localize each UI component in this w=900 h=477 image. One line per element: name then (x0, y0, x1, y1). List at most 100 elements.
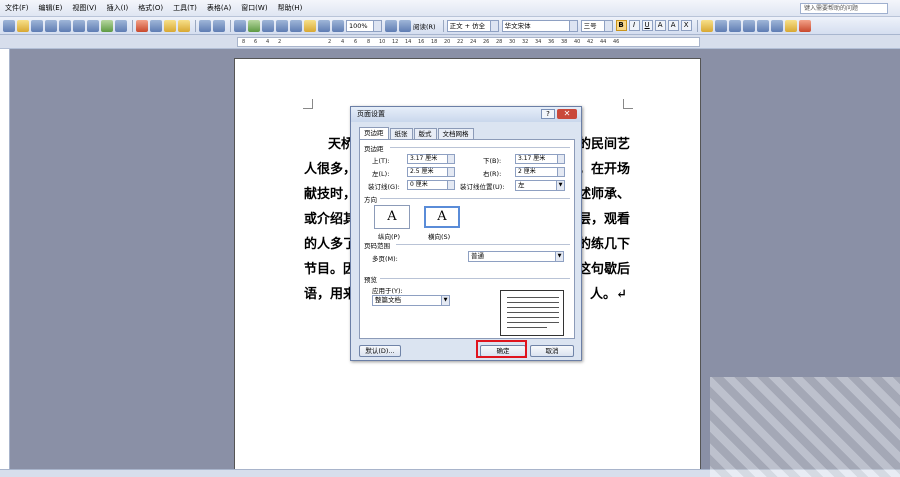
document-text-line: 述师承、 (578, 187, 631, 202)
page-setup-dialog: 页面设置 ? ✕ 页边距 纸张 版式 文档网格 页边距 上(T): 3.17 厘… (350, 106, 582, 361)
align-center-icon[interactable] (714, 19, 727, 32)
document-text-line: 人。↵ (590, 287, 627, 302)
top-margin-input[interactable]: 3.17 厘米 (407, 154, 455, 164)
redo-icon[interactable] (213, 19, 225, 32)
menu-edit[interactable]: 编辑(E) (39, 3, 63, 13)
menu-insert[interactable]: 插入(I) (107, 3, 129, 13)
left-margin-input[interactable]: 2.5 厘米 (407, 167, 455, 177)
bottom-margin-input[interactable]: 3.17 厘米 (515, 154, 565, 164)
portrait-icon[interactable]: A (374, 205, 410, 229)
tab-margins[interactable]: 页边距 (359, 127, 389, 139)
gutter-input[interactable]: 0 厘米 (407, 180, 455, 190)
multiple-pages-select[interactable]: 普通 ▼ (468, 251, 564, 262)
document-text-line: 这句歇后 (578, 262, 631, 277)
help-icon[interactable] (385, 19, 397, 32)
ok-highlight-frame (476, 340, 527, 358)
right-margin-label: 右(R): (483, 170, 502, 178)
print-icon[interactable] (73, 19, 85, 32)
document-text-line: 人很多， (304, 162, 357, 177)
dialog-title: 页面设置 (357, 110, 385, 118)
tab-layout[interactable]: 版式 (413, 128, 437, 139)
margins-panel: 页边距 上(T): 3.17 厘米 下(B): 3.17 厘米 左(L): 2.… (359, 139, 575, 339)
document-text-line: 的人多了 (304, 237, 357, 252)
paste-icon[interactable] (164, 19, 176, 32)
left-margin-label: 左(L): (372, 170, 390, 178)
research-icon[interactable] (115, 19, 127, 32)
dialog-close-button[interactable]: ✕ (557, 109, 577, 119)
menu-tools[interactable]: 工具(T) (173, 3, 197, 13)
tables-borders-icon[interactable] (248, 19, 260, 32)
help-search-input[interactable]: 键入需要帮助的问题 (800, 3, 888, 14)
menu-format[interactable]: 格式(O) (138, 3, 163, 13)
read-mode-icon[interactable] (399, 19, 411, 32)
right-margin-input[interactable]: 2 厘米 (515, 167, 565, 177)
spelling-icon[interactable] (101, 19, 113, 32)
gutter-position-label: 装订线位置(U): (460, 183, 505, 191)
menu-bar: 文件(F) 编辑(E) 视图(V) 插入(I) 格式(O) 工具(T) 表格(A… (0, 0, 900, 17)
format-painter-icon[interactable] (178, 19, 190, 32)
apply-to-select[interactable]: 整篇文档 ▼ (372, 295, 450, 306)
dialog-help-button[interactable]: ? (541, 109, 555, 119)
font-select[interactable]: 华文宋体 (501, 19, 578, 32)
vertical-ruler[interactable] (0, 49, 10, 469)
font-color-icon[interactable] (798, 19, 811, 32)
highlight-icon[interactable] (784, 19, 797, 32)
insert-excel-icon[interactable] (276, 19, 288, 32)
document-text-line: 的民间艺 (578, 137, 631, 152)
menu-window[interactable]: 窗口(W) (241, 3, 267, 13)
show-hide-icon[interactable] (332, 19, 344, 32)
justify-icon[interactable] (742, 19, 755, 32)
document-text-line: 献技时， (304, 187, 357, 202)
gutter-position-select[interactable]: 左 ▼ (515, 180, 565, 191)
read-mode-button[interactable]: 阅读(R) (413, 21, 436, 31)
menu-view[interactable]: 视图(V) (72, 3, 96, 13)
dialog-title-bar[interactable]: 页面设置 ? ✕ (351, 107, 581, 122)
mail-icon[interactable] (59, 19, 71, 32)
bold-button[interactable]: B (615, 20, 627, 31)
document-map-icon[interactable] (318, 19, 330, 32)
underline-button[interactable]: U (641, 20, 653, 31)
orientation-heading: 方向 (364, 196, 377, 204)
line-spacing-icon[interactable] (756, 19, 769, 32)
menu-file[interactable]: 文件(F) (5, 3, 29, 13)
zoom-select[interactable]: 100% (346, 19, 382, 32)
columns-icon[interactable] (290, 19, 302, 32)
insert-table-icon[interactable] (262, 19, 274, 32)
style-select[interactable]: 正文 + 仿全 (446, 19, 499, 32)
copy-icon[interactable] (150, 19, 162, 32)
landscape-label[interactable]: 横向(S) (428, 231, 450, 241)
print-preview-icon[interactable] (87, 19, 99, 32)
new-document-icon[interactable] (3, 19, 15, 32)
multiple-pages-label: 多页(M): (372, 255, 398, 263)
apply-to-label: 应用于(Y): (372, 287, 403, 295)
bottom-margin-label: 下(B): (483, 157, 502, 165)
document-text-line: 或介绍其 (304, 212, 357, 227)
cut-icon[interactable] (136, 19, 148, 32)
open-icon[interactable] (17, 19, 29, 32)
undo-icon[interactable] (199, 19, 211, 32)
numbering-icon[interactable] (770, 19, 783, 32)
default-button[interactable]: 默认(D)... (359, 345, 401, 357)
drawing-icon[interactable] (304, 19, 316, 32)
document-text-line: 层，观看 (578, 212, 631, 227)
landscape-icon[interactable]: A (424, 206, 460, 228)
document-text-line: 节目。因 (304, 262, 357, 277)
page-preview (500, 290, 564, 336)
char-scale-button[interactable]: X (680, 20, 692, 31)
menu-table[interactable]: 表格(A) (207, 3, 231, 13)
char-shading-button[interactable]: A (667, 20, 679, 31)
align-right-icon[interactable] (728, 19, 741, 32)
align-left-icon[interactable] (700, 19, 713, 32)
save-icon[interactable] (31, 19, 43, 32)
document-text-line: 的练几下 (578, 237, 631, 252)
horizontal-ruler[interactable]: 8 6 4 2 2 4 6 8 10 12 14 16 18 20 22 24 … (237, 37, 700, 47)
cancel-button[interactable]: 取消 (530, 345, 574, 357)
tab-paper[interactable]: 纸张 (389, 128, 413, 139)
hyperlink-icon[interactable] (234, 19, 246, 32)
tab-document-grid[interactable]: 文档网格 (437, 128, 474, 139)
italic-button[interactable]: I (628, 20, 640, 31)
char-border-button[interactable]: A (654, 20, 666, 31)
font-size-select[interactable]: 三号 (580, 19, 613, 32)
permission-icon[interactable] (45, 19, 57, 32)
menu-help[interactable]: 帮助(H) (278, 3, 303, 13)
